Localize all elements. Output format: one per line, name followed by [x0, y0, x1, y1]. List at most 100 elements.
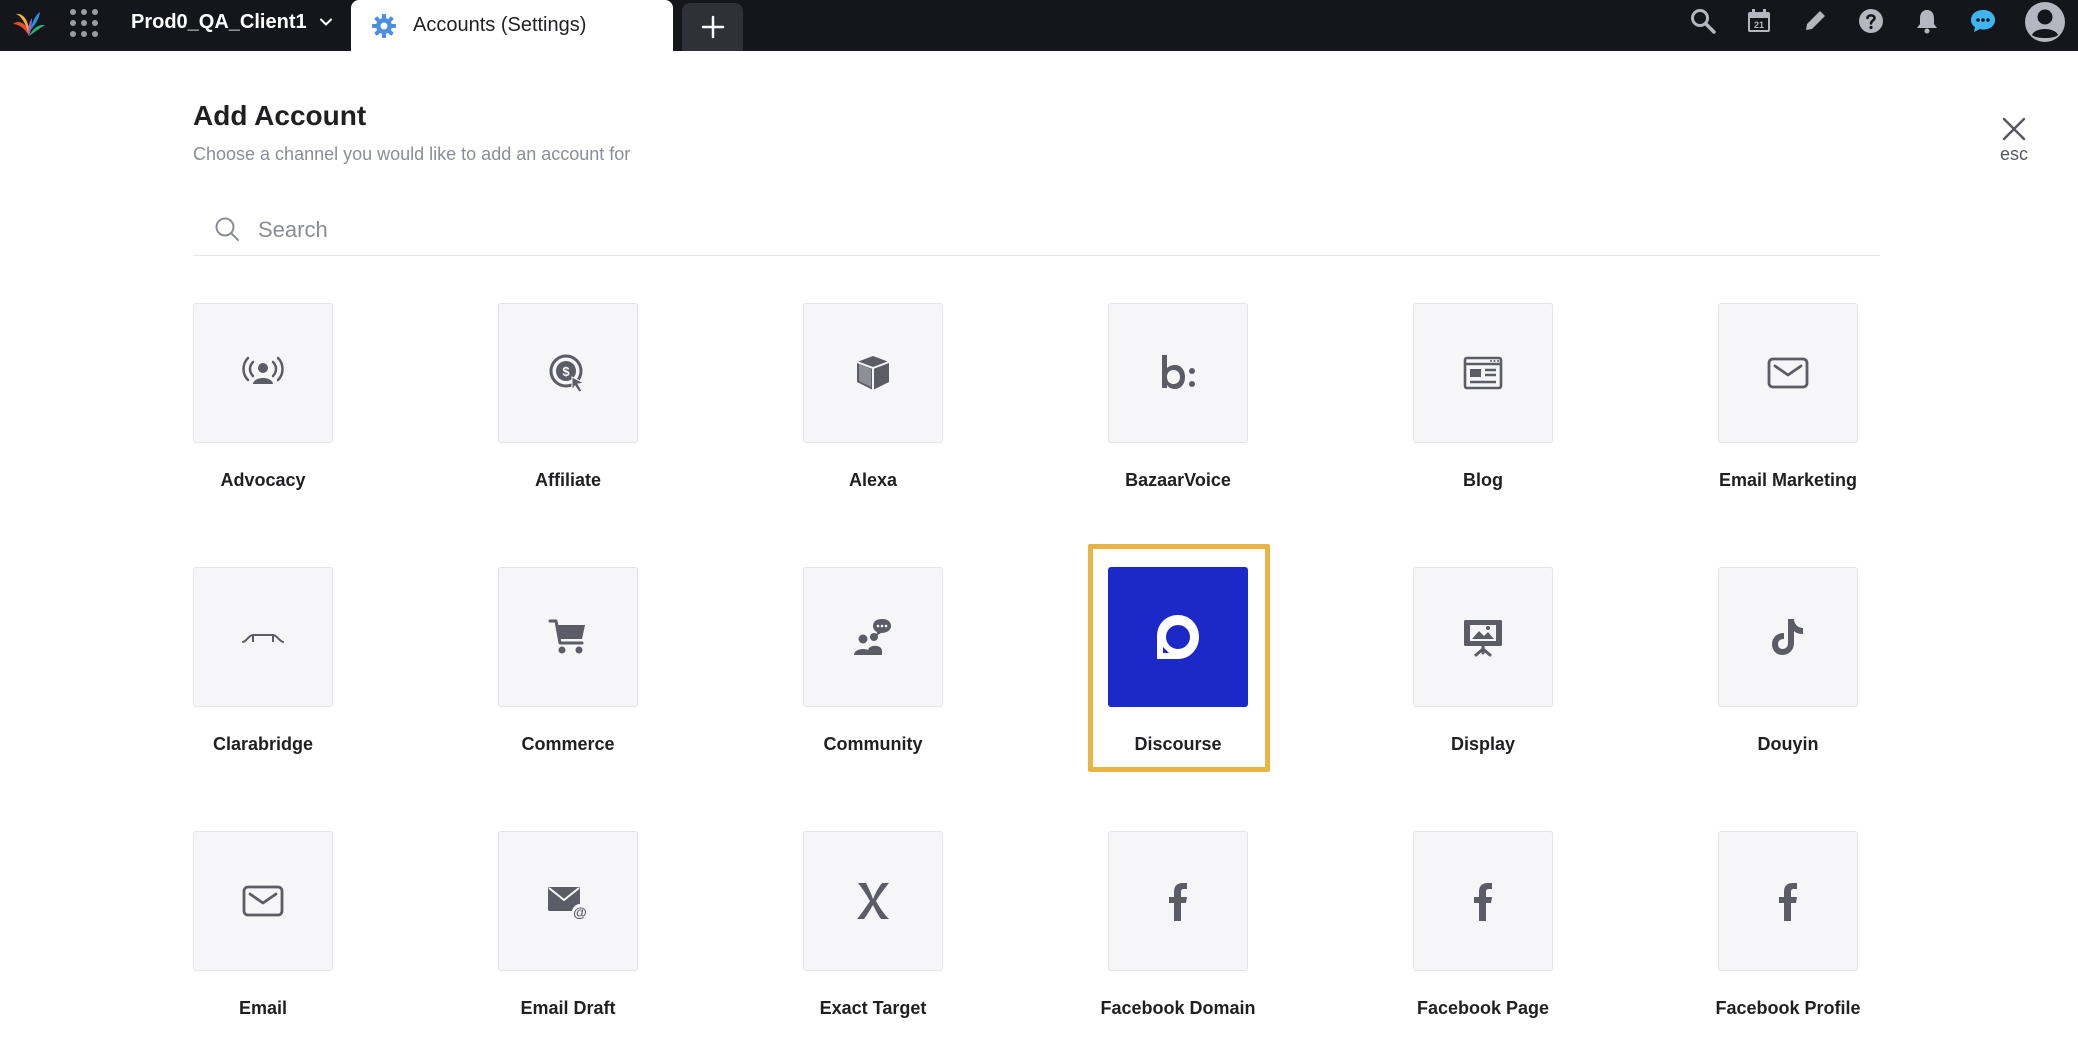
facebook-icon — [1779, 883, 1797, 921]
channel-tile: $ — [498, 303, 638, 443]
channel-tile — [498, 567, 638, 707]
channel-card-discourse[interactable]: Discourse — [1108, 567, 1248, 755]
search-bar — [193, 208, 1880, 256]
channel-card-facebook-profile[interactable]: Facebook Profile — [1715, 831, 1861, 1019]
channel-tile — [1413, 303, 1553, 443]
email-marketing-icon — [1767, 357, 1809, 389]
email-icon — [242, 885, 284, 917]
bazaarvoice-icon — [1162, 355, 1195, 389]
tab-accounts-settings[interactable]: Accounts (Settings) — [351, 0, 673, 51]
channel-tile — [803, 831, 943, 971]
channel-card-douyin[interactable]: Douyin — [1718, 567, 1858, 755]
channel-tile — [1718, 567, 1858, 707]
channel-label: Alexa — [848, 470, 898, 490]
channel-card-email[interactable]: Email — [193, 831, 333, 1019]
channel-card-facebook-page[interactable]: Facebook Page — [1413, 831, 1553, 1019]
sprinklr-logo-icon[interactable] — [10, 6, 48, 44]
channel-tile — [1718, 303, 1858, 443]
tab-label: Accounts (Settings) — [413, 14, 587, 36]
channel-card-advocacy[interactable]: Advocacy — [193, 303, 333, 491]
channel-label: Douyin — [1757, 734, 1819, 754]
channel-tile — [1413, 567, 1553, 707]
channel-grid: Advocacy $ Affiliate Alexa BazaarVoice B… — [193, 303, 1861, 1048]
community-icon — [854, 619, 891, 655]
channel-label: Blog — [1463, 470, 1503, 490]
close-button[interactable]: esc — [1994, 116, 2034, 170]
search-input[interactable] — [258, 214, 1758, 246]
top-bar: Prod0_QA_Client1 Accounts (Settings) 21 — [0, 0, 2078, 51]
channel-tile — [193, 303, 333, 443]
search-icon[interactable] — [1688, 6, 1718, 36]
channel-card-affiliate[interactable]: $ Affiliate — [498, 303, 638, 491]
email-draft-icon: @ — [548, 887, 588, 920]
chevron-down-icon — [319, 18, 332, 26]
pencil-icon[interactable] — [1800, 6, 1830, 36]
channel-tile: @ — [498, 831, 638, 971]
channel-tile — [803, 303, 943, 443]
search-icon — [215, 217, 239, 241]
discourse-icon — [1157, 615, 1199, 659]
esc-hint: esc — [1999, 144, 2028, 164]
exact-target-icon — [857, 883, 889, 919]
facebook-icon — [1474, 883, 1492, 921]
channel-card-blog[interactable]: Blog — [1413, 303, 1553, 491]
cart-icon — [548, 619, 585, 654]
douyin-icon — [1772, 619, 1803, 655]
channel-label: Display — [1450, 734, 1516, 754]
channel-card-email-marketing[interactable]: Email Marketing — [1718, 303, 1858, 491]
channel-card-bazaarvoice[interactable]: BazaarVoice — [1108, 303, 1248, 491]
advocacy-icon — [242, 356, 284, 384]
channel-label: Clarabridge — [212, 734, 314, 754]
app-launcher-icon[interactable] — [70, 8, 98, 37]
channel-tile — [193, 831, 333, 971]
alexa-icon — [856, 356, 890, 390]
blog-icon — [1463, 356, 1503, 390]
chat-icon[interactable] — [1968, 6, 1998, 36]
close-icon — [2002, 117, 2026, 141]
channel-label: Discourse — [1134, 734, 1222, 754]
channel-card-facebook-domain[interactable]: Facebook Domain — [1100, 831, 1256, 1019]
channel-label: Exact Target — [819, 998, 927, 1018]
help-icon[interactable] — [1856, 6, 1886, 36]
facebook-icon — [1169, 883, 1187, 921]
channel-label: Email Draft — [520, 998, 616, 1018]
channel-tile — [803, 567, 943, 707]
workspace-name: Prod0_QA_Client1 — [131, 10, 307, 33]
calendar-day: 21 — [1754, 20, 1764, 30]
channel-label: Email — [238, 998, 288, 1018]
bell-icon[interactable] — [1912, 6, 1942, 36]
channel-label: Facebook Page — [1416, 998, 1550, 1018]
svg-text:$: $ — [562, 364, 570, 379]
channel-card-email-draft[interactable]: @ Email Draft — [498, 831, 638, 1019]
channel-tile — [1108, 567, 1248, 707]
channel-card-display[interactable]: Display — [1413, 567, 1553, 755]
plus-icon — [701, 15, 724, 39]
workspace-switcher[interactable]: Prod0_QA_Client1 — [131, 8, 333, 36]
channel-tile — [1413, 831, 1553, 971]
calendar-icon[interactable]: 21 — [1744, 6, 1774, 36]
user-avatar-icon[interactable] — [2024, 1, 2066, 43]
gear-icon — [372, 13, 396, 38]
channel-label: BazaarVoice — [1125, 470, 1231, 490]
page-subtitle: Choose a channel you would like to add a… — [193, 144, 631, 164]
channel-label: Facebook Domain — [1100, 998, 1256, 1018]
channel-card-community[interactable]: Community — [803, 567, 943, 755]
clarabridge-icon — [242, 634, 284, 643]
svg-text:@: @ — [573, 904, 587, 920]
channel-card-commerce[interactable]: Commerce — [498, 567, 638, 755]
page-title: Add Account — [193, 100, 367, 131]
channel-label: Advocacy — [220, 470, 306, 490]
channel-tile — [1108, 303, 1248, 443]
channel-card-exact-target[interactable]: Exact Target — [803, 831, 943, 1019]
channel-tile — [193, 567, 333, 707]
display-icon — [1464, 620, 1502, 657]
channel-label: Email Marketing — [1718, 470, 1858, 490]
add-tab-button[interactable] — [682, 3, 743, 51]
channel-label: Affiliate — [534, 470, 601, 490]
channel-tile — [1108, 831, 1248, 971]
channel-card-alexa[interactable]: Alexa — [803, 303, 943, 491]
channel-card-clarabridge[interactable]: Clarabridge — [193, 567, 333, 755]
channel-label: Facebook Profile — [1715, 998, 1861, 1018]
channel-label: Community — [823, 734, 923, 754]
channel-label: Commerce — [521, 734, 615, 754]
